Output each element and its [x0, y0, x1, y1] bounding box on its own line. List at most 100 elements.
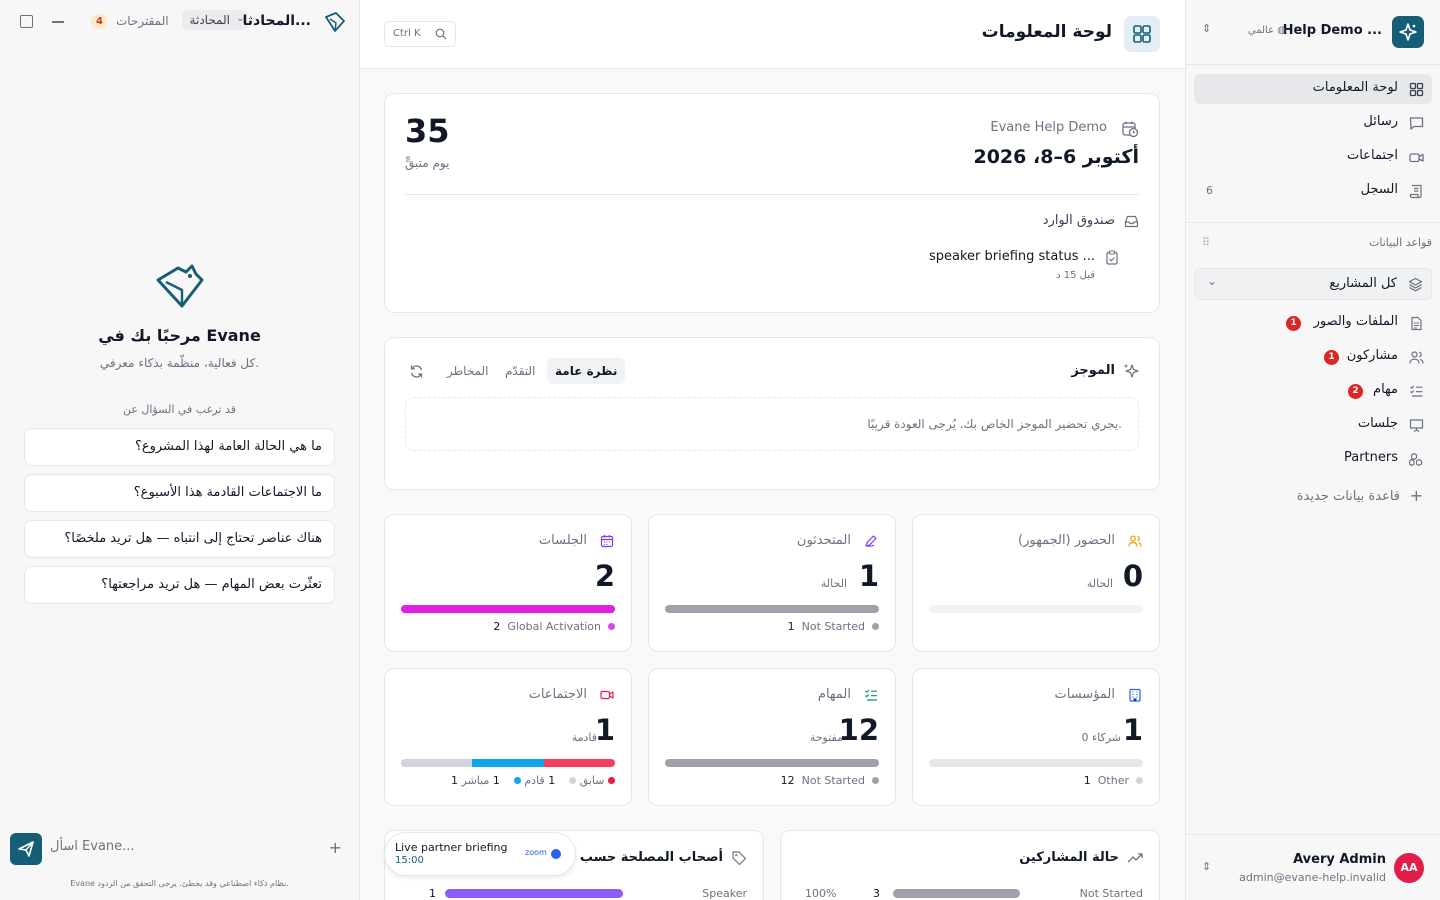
sidebar-item-sessions[interactable]: جلسات: [1194, 410, 1432, 440]
brief-card: الموجز نظرة عامة التقدّم المخاطر يجري تح…: [384, 337, 1160, 490]
meetings-stat-card[interactable]: الاجتماعات 1 قادمة 1 سابق 1 قادم 1 مباشر: [384, 668, 632, 806]
stat-value: 2: [594, 559, 615, 593]
suggested-prompt[interactable]: ما الاجتماعات القادمة هذا الأسبوع؟: [24, 474, 335, 512]
presentation-icon: [1409, 419, 1424, 433]
bar-segment: [401, 605, 615, 613]
tab-overview[interactable]: نظرة عامة: [547, 358, 626, 384]
evane-welcome-logo-icon: [156, 264, 204, 308]
video-icon: [1409, 153, 1424, 163]
stat-value: 12: [838, 713, 879, 747]
stakeholder-row-count: 1: [429, 887, 436, 900]
legend-dot: [872, 777, 879, 784]
grip-icon[interactable]: ⠿: [1202, 236, 1210, 249]
stat-value: 1: [594, 713, 615, 747]
sidebar-item-messages[interactable]: رسائل: [1194, 108, 1432, 138]
workspace-scope[interactable]: عالمي ◍: [1248, 25, 1290, 36]
chevrons-up-down-icon[interactable]: ⇕: [1202, 860, 1211, 873]
page-header: Ctrl K لوحة المعلومات: [360, 0, 1185, 69]
stat-progress-bar: [929, 759, 1143, 767]
suggested-prompt[interactable]: هناك عناصر تحتاج إلى انتباه — هل تريد مل…: [24, 520, 335, 558]
brief-message: يجري تحضير الموجز الخاص بك. يُرجى العودة…: [405, 397, 1139, 451]
stat-title: الجلسات: [538, 533, 587, 548]
participant-row-label: Not Started: [1079, 887, 1143, 900]
tag-icon: [732, 851, 747, 866]
stat-legend: 1 سابق 1 قادم 1 مباشر: [401, 774, 615, 787]
participant-row-count: 3: [873, 887, 880, 900]
avatar[interactable]: AA: [1394, 853, 1424, 883]
stat-legend: 1 Other: [929, 774, 1143, 787]
search-button[interactable]: Ctrl K: [384, 21, 456, 47]
welcome-title: مرحبًا بك في Evane: [98, 326, 261, 345]
stat-progress-bar: [929, 605, 1143, 613]
stat-sublabel: الحالة: [820, 577, 847, 590]
ai-disclaimer: Evane نظام ذكاء اصطناعي وقد يخطئ. يرجى ا…: [70, 879, 289, 888]
divider: [1186, 64, 1440, 65]
workspace-logo[interactable]: [1392, 16, 1424, 48]
evane-logo-icon: [325, 12, 345, 32]
legend-label: مباشر: [461, 774, 490, 787]
sidebar-item-meetings[interactable]: اجتماعات: [1194, 142, 1432, 172]
suggested-prompt[interactable]: ما هي الحالة العامة لهذا المشروع؟: [24, 428, 335, 466]
ask-about-label: قد ترغب في السؤال عن: [122, 403, 237, 416]
scroll-text-icon: [1409, 184, 1422, 199]
sidebar-item-log[interactable]: السجل 6: [1194, 176, 1432, 206]
pen-tool-icon: [865, 535, 877, 547]
building-icon: [1129, 688, 1141, 702]
suggested-prompt[interactable]: تعثّرت بعض المهام — هل تريد مراجعتها؟: [24, 566, 335, 604]
tab-progress[interactable]: التقدّم: [497, 358, 543, 384]
speakers-stat-card[interactable]: المتحدثون 1 الحالة 1 Not Started: [648, 514, 896, 652]
inbox-item-title[interactable]: speaker briefing status ...: [929, 249, 1095, 264]
refresh-icon[interactable]: [409, 364, 424, 379]
dashboard-icon: [1409, 82, 1424, 97]
workspace-sidebar: Help Demo ... عالمي ◍ ⇕ لوحة المعلومات ر…: [1185, 0, 1440, 900]
send-button[interactable]: [10, 833, 42, 865]
attendees-stat-card[interactable]: الحضور (الجمهور) 0 الحالة: [912, 514, 1160, 652]
organizations-stat-card[interactable]: المؤسسات 1 0 شركاء 1 Other: [912, 668, 1160, 806]
stat-progress-bar: [665, 605, 879, 613]
chevrons-up-down-icon[interactable]: ⇕: [1202, 22, 1211, 35]
page-title: لوحة المعلومات: [981, 22, 1112, 42]
sidebar-item-partners[interactable]: Partners: [1194, 444, 1432, 474]
live-meeting-chip[interactable]: Live partner briefing 15:00 zoom: [384, 832, 576, 876]
divider: [1186, 222, 1440, 223]
users-icon: [1128, 535, 1142, 547]
stat-title: المؤسسات: [1054, 687, 1116, 702]
suggestions-tab[interactable]: المقترحات: [116, 14, 169, 28]
new-database-button[interactable]: قاعدة بيانات جديدة: [1297, 489, 1400, 504]
workspace-name[interactable]: Help Demo ...: [1283, 23, 1382, 38]
bar-segment: [929, 759, 1143, 767]
brief-title: الموجز: [1071, 363, 1115, 378]
welcome-subtitle: كل فعالية، منظّمة بذكاء معرفي.: [99, 356, 260, 370]
boxes-icon: [1409, 452, 1423, 467]
sidebar-item-participants[interactable]: مشاركون 1: [1194, 342, 1432, 372]
notification-badge: 1: [1286, 316, 1301, 331]
all-projects-selector[interactable]: كل المشاريع ⌄: [1194, 268, 1432, 300]
stat-progress-bar: [401, 605, 615, 613]
plus-icon[interactable]: +: [1410, 486, 1423, 505]
chat-toolbar: 4 المقترحات المحادثة ⌄ المحادثا...: [0, 0, 359, 44]
sidebar-item-count: 6: [1206, 184, 1213, 197]
video-icon: [600, 690, 614, 700]
tasks-stat-card[interactable]: المهام 12 مفتوحة 12 Not Started: [648, 668, 896, 806]
legend-count: 1: [451, 774, 458, 787]
list-checks-icon: [865, 689, 877, 701]
minimize-icon[interactable]: [52, 21, 64, 23]
sidebar-item-files[interactable]: الملفات والصور 1: [1194, 308, 1432, 338]
sidebar-item-dashboard[interactable]: لوحة المعلومات: [1194, 74, 1432, 104]
legend-label: Not Started: [801, 774, 865, 787]
attach-plus-icon[interactable]: +: [329, 838, 342, 857]
sidebar-item-label: جلسات: [1357, 416, 1398, 431]
user-name: Avery Admin: [1293, 852, 1386, 867]
legend-label: قادم: [524, 774, 545, 787]
event-date-range: أكتوبر 6–8، 2026: [973, 146, 1139, 168]
sidebar-item-label: السجل: [1360, 182, 1398, 197]
chat-input[interactable]: اسأل Evane...: [50, 839, 135, 854]
bar-segment: [665, 759, 879, 767]
tab-risks[interactable]: المخاطر: [439, 358, 497, 384]
expand-icon[interactable]: [20, 15, 33, 28]
bar-segment: [543, 759, 615, 767]
legend-count: 1: [492, 774, 500, 787]
legend-dot: [872, 623, 879, 630]
sidebar-item-tasks[interactable]: مهام 2: [1194, 376, 1432, 406]
sessions-stat-card[interactable]: الجلسات 2 2 Global Activation: [384, 514, 632, 652]
